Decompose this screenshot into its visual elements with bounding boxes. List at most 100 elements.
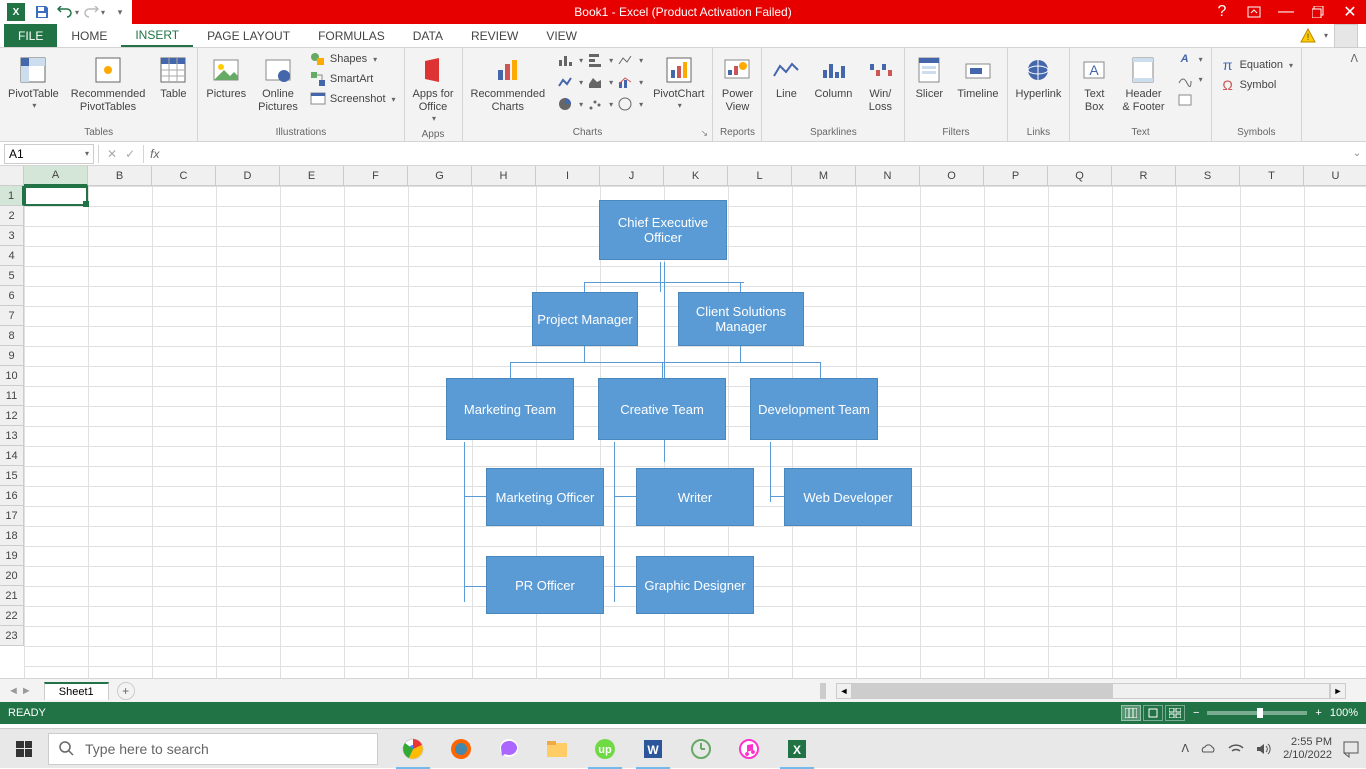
hscroll-track[interactable]	[852, 683, 1330, 699]
active-cell[interactable]	[24, 186, 88, 206]
zoom-out-button[interactable]: −	[1193, 707, 1199, 719]
zoom-slider[interactable]	[1207, 711, 1307, 715]
column-chart-icon[interactable]: ▾	[555, 50, 583, 70]
scatter-chart-icon[interactable]: ▾	[585, 94, 613, 114]
start-button[interactable]	[0, 729, 48, 769]
power-view-button[interactable]: Power View	[719, 50, 755, 118]
online-pictures-button[interactable]: Online Pictures	[256, 50, 300, 118]
row-header[interactable]: 2	[0, 206, 24, 226]
row-header[interactable]: 1	[0, 186, 24, 206]
org-node-graphic-designer[interactable]: Graphic Designer	[636, 556, 754, 614]
row-header[interactable]: 10	[0, 366, 24, 386]
signature-line-icon[interactable]: ▾	[1175, 70, 1205, 88]
row-header[interactable]: 21	[0, 586, 24, 606]
column-header[interactable]: P	[984, 166, 1048, 186]
wordart-icon[interactable]: A▾	[1175, 50, 1205, 68]
user-account-icon[interactable]	[1334, 24, 1358, 48]
taskbar-itunes-icon[interactable]	[726, 729, 772, 769]
column-header[interactable]: H	[472, 166, 536, 186]
tray-volume-icon[interactable]	[1255, 742, 1273, 756]
tab-split-handle[interactable]	[820, 683, 826, 699]
org-node-pm[interactable]: Project Manager	[532, 292, 638, 346]
redo-icon[interactable]: ▾	[82, 1, 106, 23]
column-header[interactable]: L	[728, 166, 792, 186]
tray-expand-icon[interactable]: ᐱ	[1182, 742, 1190, 755]
tab-insert[interactable]: INSERT	[121, 24, 193, 47]
taskbar-messenger-icon[interactable]	[486, 729, 532, 769]
collapse-ribbon-icon[interactable]: ᐱ	[1350, 48, 1366, 141]
column-header[interactable]: N	[856, 166, 920, 186]
tab-home[interactable]: HOME	[57, 24, 121, 47]
column-header[interactable]: G	[408, 166, 472, 186]
customize-qat-icon[interactable]: ▾	[108, 1, 132, 23]
row-header[interactable]: 22	[0, 606, 24, 626]
sparkline-line-button[interactable]: Line	[768, 50, 804, 105]
tray-clock[interactable]: 2:55 PM2/10/2022	[1283, 736, 1332, 762]
text-box-button[interactable]: AText Box	[1076, 50, 1112, 118]
taskbar-explorer-icon[interactable]	[534, 729, 580, 769]
tab-formulas[interactable]: FORMULAS	[304, 24, 399, 47]
tab-page-layout[interactable]: PAGE LAYOUT	[193, 24, 304, 47]
apps-for-office-button[interactable]: Apps for Office▾	[411, 50, 456, 127]
warning-icon[interactable]: !	[1300, 28, 1316, 44]
tray-wifi-icon[interactable]	[1227, 742, 1245, 756]
org-node-development-team[interactable]: Development Team	[750, 378, 878, 440]
hyperlink-button[interactable]: Hyperlink	[1014, 50, 1064, 105]
zoom-in-button[interactable]: +	[1315, 707, 1321, 719]
pivot-chart-button[interactable]: PivotChart▾	[651, 50, 706, 114]
undo-icon[interactable]: ▾	[56, 1, 80, 23]
column-header[interactable]: F	[344, 166, 408, 186]
excel-app-icon[interactable]: X	[4, 1, 28, 23]
org-node-web-developer[interactable]: Web Developer	[784, 468, 912, 526]
column-header[interactable]: I	[536, 166, 600, 186]
tab-data[interactable]: DATA	[399, 24, 457, 47]
column-header[interactable]: D	[216, 166, 280, 186]
row-header[interactable]: 9	[0, 346, 24, 366]
tab-scroll-left-icon[interactable]: ◄	[8, 685, 19, 697]
column-header[interactable]: U	[1304, 166, 1366, 186]
pictures-button[interactable]: Pictures	[204, 50, 248, 105]
minimize-icon[interactable]: —	[1274, 3, 1298, 21]
insert-function-icon[interactable]: fx	[144, 147, 165, 161]
combo-chart-icon[interactable]: ▾	[615, 72, 643, 92]
restore-icon[interactable]	[1306, 6, 1330, 18]
radar-chart-icon[interactable]: ▾	[615, 94, 643, 114]
pie-chart-icon[interactable]: ▾	[555, 94, 583, 114]
org-node-pr-officer[interactable]: PR Officer	[486, 556, 604, 614]
row-header[interactable]: 19	[0, 546, 24, 566]
column-header[interactable]: R	[1112, 166, 1176, 186]
name-box[interactable]: A1▾	[4, 144, 94, 164]
pivot-table-button[interactable]: PivotTable▾	[6, 50, 61, 114]
taskbar-chrome-icon[interactable]	[390, 729, 436, 769]
line-chart-icon[interactable]: ▾	[555, 72, 583, 92]
ribbon-options-icon[interactable]	[1242, 6, 1266, 18]
row-header[interactable]: 16	[0, 486, 24, 506]
close-icon[interactable]: ✕	[1338, 2, 1362, 22]
column-header[interactable]: Q	[1048, 166, 1112, 186]
row-header[interactable]: 14	[0, 446, 24, 466]
column-header[interactable]: S	[1176, 166, 1240, 186]
recommended-charts-button[interactable]: Recommended Charts	[469, 50, 548, 118]
stock-chart-icon[interactable]: ▾	[615, 50, 643, 70]
row-header[interactable]: 5	[0, 266, 24, 286]
tray-notifications-icon[interactable]	[1342, 740, 1360, 758]
row-header[interactable]: 3	[0, 226, 24, 246]
row-header[interactable]: 4	[0, 246, 24, 266]
page-break-view-icon[interactable]	[1165, 705, 1185, 721]
org-node-creative-team[interactable]: Creative Team	[598, 378, 726, 440]
warning-dropdown-icon[interactable]: ▾	[1324, 31, 1328, 40]
bar-chart-icon[interactable]: ▾	[585, 50, 613, 70]
org-node-marketing-officer[interactable]: Marketing Officer	[486, 468, 604, 526]
tray-onedrive-icon[interactable]	[1199, 742, 1217, 756]
column-header[interactable]: M	[792, 166, 856, 186]
row-header[interactable]: 18	[0, 526, 24, 546]
row-header[interactable]: 23	[0, 626, 24, 646]
taskbar-clock-icon[interactable]	[678, 729, 724, 769]
column-header[interactable]: J	[600, 166, 664, 186]
object-icon[interactable]	[1175, 90, 1205, 108]
hscroll-thumb[interactable]	[853, 684, 1113, 698]
hscroll-right-icon[interactable]: ►	[1330, 683, 1346, 699]
sparkline-column-button[interactable]: Column	[812, 50, 854, 105]
taskbar-firefox-icon[interactable]	[438, 729, 484, 769]
zoom-level[interactable]: 100%	[1330, 707, 1358, 719]
